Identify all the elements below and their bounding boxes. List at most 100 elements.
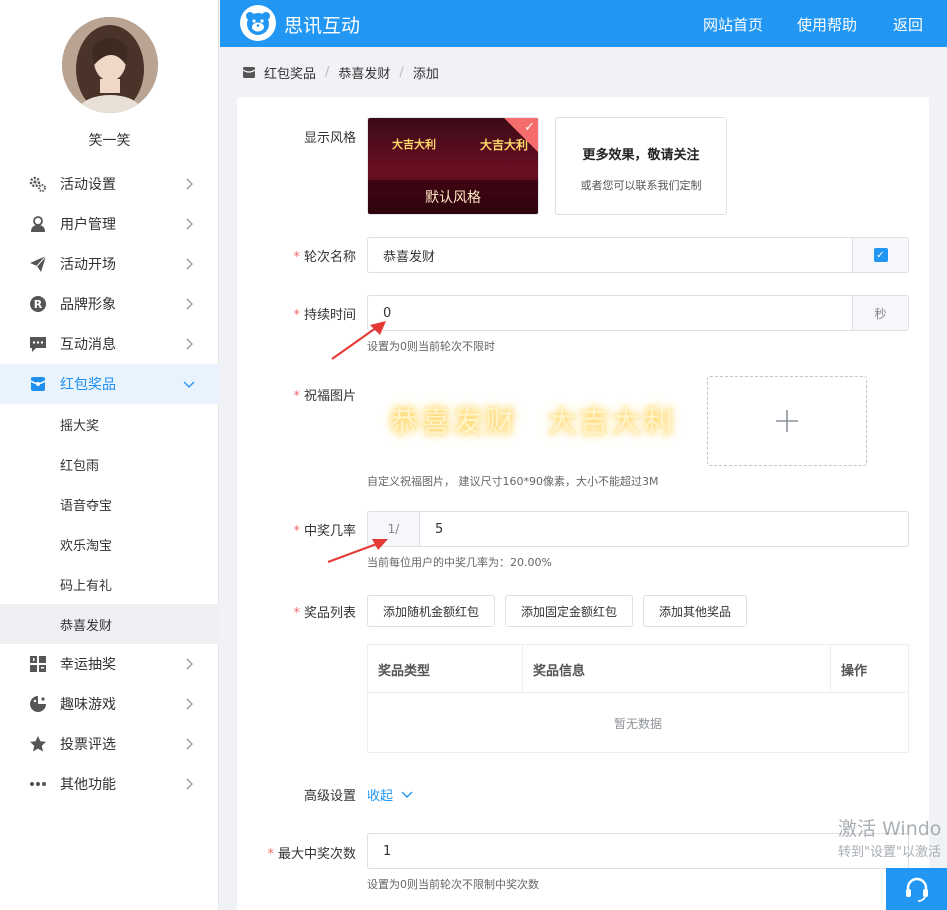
chevron-right-icon (181, 216, 197, 232)
nav-label: 红包奖品 (60, 377, 116, 393)
chevron-down-icon (401, 791, 413, 798)
nav-item-voting[interactable]: 投票评选 (0, 724, 219, 764)
nav-item-activity-settings[interactable]: 活动设置 (0, 164, 219, 204)
style-label: 显示风格 (303, 131, 356, 146)
nav-item-brand-image[interactable]: R 品牌形象 (0, 284, 219, 324)
duration-unit: 秒 (852, 296, 908, 330)
win-rate-value[interactable]: 5 (420, 512, 908, 546)
column-header: 奖品类型 (368, 645, 523, 693)
max-wins-label: * 最大中奖次数 (267, 847, 356, 862)
column-header: 奖品信息 (523, 645, 831, 693)
bless-image-preview[interactable]: 恭喜发财 大吉大利 (367, 375, 697, 465)
upload-plus-button[interactable] (707, 376, 867, 466)
win-rate-label: * 中奖几率 (293, 524, 356, 539)
breadcrumb-item[interactable]: 红包奖品 (264, 63, 316, 82)
breadcrumb-separator: / (399, 64, 404, 80)
username: 笑一笑 (88, 133, 131, 149)
max-wins-input[interactable]: 1 (367, 833, 909, 869)
round-name-addon[interactable]: ✓ (852, 238, 908, 272)
top-bar: 思讯互动 网站首页 使用帮助 返回 (220, 0, 947, 47)
gears-icon (29, 175, 47, 193)
sub-item-code-gift[interactable]: 码上有礼 (0, 564, 219, 604)
nav-item-user-management[interactable]: 用户管理 (0, 204, 219, 244)
duration-label: * 持续时间 (293, 308, 356, 323)
prize-table-header: 奖品类型 奖品信息 操作 (368, 645, 908, 693)
check-icon: ✓ (524, 120, 535, 135)
chevron-right-icon (181, 176, 197, 192)
bless-image-label: * 祝福图片 (293, 389, 356, 404)
bless-image-hint: 自定义祝福图片， 建议尺寸160*90像素，大小不能超过3M (367, 475, 659, 488)
help-link[interactable]: 使用帮助 (797, 14, 857, 35)
nav-label: 活动开场 (60, 257, 116, 273)
sub-item-voice-treasure[interactable]: 语音夺宝 (0, 484, 219, 524)
paper-plane-icon (29, 255, 47, 273)
headset-icon (905, 877, 928, 902)
red-packet-icon (29, 375, 47, 393)
plus-icon (776, 410, 798, 432)
more-title: 更多效果，敬请关注 (582, 148, 700, 163)
nav-item-red-packet-prizes[interactable]: 红包奖品 (0, 364, 219, 404)
nav-label: 其他功能 (60, 777, 116, 793)
bless-text: 大吉大利 (547, 405, 675, 440)
max-wins-value[interactable]: 1 (368, 834, 908, 868)
duration-hint: 设置为0则当前轮次不限时 (367, 340, 495, 353)
chevron-right-icon (181, 696, 197, 712)
chevron-right-icon (181, 736, 197, 752)
max-wins-hint: 设置为0则当前轮次不限制中奖次数 (367, 878, 539, 891)
back-link[interactable]: 返回 (893, 14, 923, 35)
nav-label: 趣味游戏 (60, 697, 116, 713)
chat-icon (29, 335, 47, 353)
nav-item-lucky-draw[interactable]: 幸运抽奖 (0, 644, 219, 684)
avatar[interactable] (62, 17, 158, 113)
more-styles-box: 更多效果，敬请关注 或者您可以联系我们定制 (555, 117, 727, 215)
customer-service-button[interactable] (886, 868, 947, 910)
nav-label: 投票评选 (60, 737, 116, 753)
collapse-toggle[interactable]: 收起 (367, 785, 413, 804)
nav-item-other-functions[interactable]: 其他功能 (0, 764, 219, 804)
duration-value[interactable]: 0 (368, 296, 852, 330)
advanced-label: 高级设置 (303, 789, 356, 804)
registered-icon: R (29, 295, 47, 313)
bless-text: 恭喜发财 (389, 405, 517, 440)
checkbox-icon[interactable]: ✓ (873, 248, 888, 262)
chevron-right-icon (181, 296, 197, 312)
breadcrumb: 红包奖品 / 恭喜发财 / 添加 (220, 47, 947, 97)
win-rate-input[interactable]: 1/ 5 (367, 511, 909, 547)
game-icon (29, 695, 47, 713)
nav-label: 品牌形象 (60, 297, 116, 313)
red-packet-icon (242, 65, 256, 79)
nav-label: 互动消息 (60, 337, 116, 353)
user-icon (29, 215, 47, 233)
sub-item-happy-taobao[interactable]: 欢乐淘宝 (0, 524, 219, 564)
thumb-text: 大吉大利 (392, 138, 436, 151)
breadcrumb-current: 添加 (412, 66, 439, 82)
nav-label: 幸运抽奖 (60, 657, 116, 673)
form-card: 显示风格 大吉大利 大吉大利 默认风格 ✓ 更多效果，敬请关注 或者您可以联系我… (237, 97, 929, 910)
more-subtitle: 或者您可以联系我们定制 (580, 179, 702, 192)
win-rate-hint: 当前每位用户的中奖几率为：20.00% (367, 556, 552, 569)
chevron-right-icon (181, 336, 197, 352)
nav-item-fun-games[interactable]: 趣味游戏 (0, 684, 219, 724)
sidebar: 笑一笑 活动设置 用户管理 活动开场 R 品牌形象 互动消息 红包奖品 摇大奖 … (0, 0, 219, 910)
nav-item-interactive-messages[interactable]: 互动消息 (0, 324, 219, 364)
svg-text:R: R (34, 298, 43, 311)
add-other-prize-button[interactable]: 添加其他奖品 (643, 595, 747, 627)
lottery-icon (29, 655, 47, 673)
prize-list-label: * 奖品列表 (293, 606, 356, 621)
add-fixed-red-packet-button[interactable]: 添加固定金额红包 (505, 595, 633, 627)
breadcrumb-item[interactable]: 恭喜发财 (338, 63, 390, 82)
home-link[interactable]: 网站首页 (703, 14, 763, 35)
sub-item-red-packet-rain[interactable]: 红包雨 (0, 444, 219, 484)
duration-input[interactable]: 0 秒 (367, 295, 909, 331)
add-random-red-packet-button[interactable]: 添加随机金额红包 (367, 595, 495, 627)
round-name-value[interactable]: 恭喜发财 (368, 238, 852, 272)
sub-item-congratulations[interactable]: 恭喜发财 (0, 604, 219, 644)
bear-logo-icon[interactable] (240, 5, 276, 41)
round-name-input[interactable]: 恭喜发财 ✓ (367, 237, 909, 273)
default-style-caption: 默认风格 (368, 180, 538, 214)
default-style-option[interactable]: 大吉大利 大吉大利 默认风格 ✓ (367, 117, 539, 215)
sub-item-shake-prize[interactable]: 摇大奖 (0, 404, 219, 444)
round-name-label: * 轮次名称 (293, 250, 356, 265)
nav-label: 活动设置 (60, 177, 116, 193)
nav-item-activity-opening[interactable]: 活动开场 (0, 244, 219, 284)
